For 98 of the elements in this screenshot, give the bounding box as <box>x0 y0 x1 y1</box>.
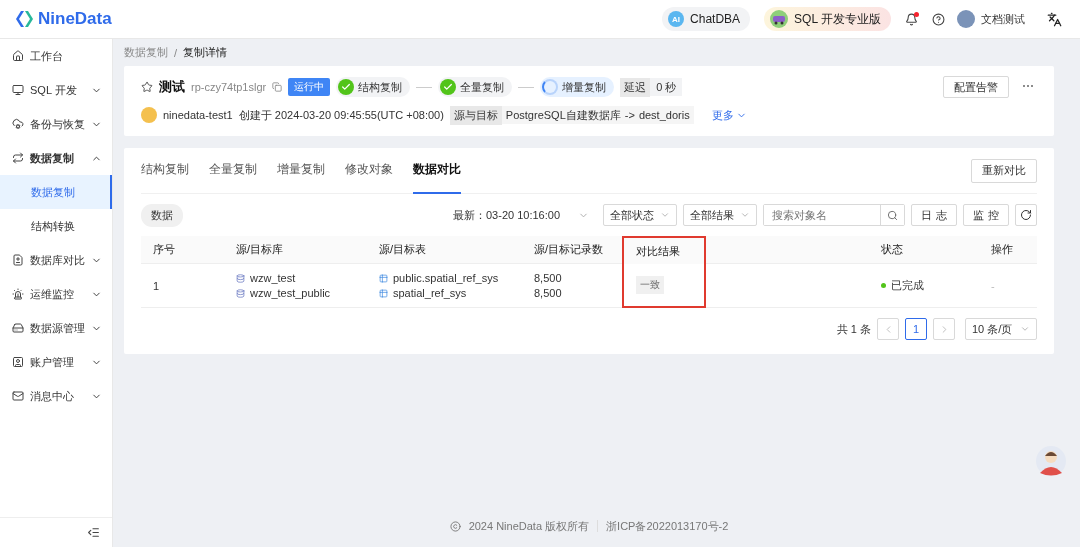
search-icon[interactable] <box>880 205 904 225</box>
result-filter[interactable]: 全部结果 <box>683 204 757 226</box>
status-filter[interactable]: 全部状态 <box>603 204 677 226</box>
more-link[interactable]: 更多 <box>711 107 747 123</box>
sidebar-subitem[interactable]: 结构转换 <box>0 209 112 243</box>
stage-pill: 增量复制 <box>540 77 615 97</box>
chevron-down-icon <box>1020 324 1030 334</box>
column-header: 操作 <box>979 236 1037 264</box>
table-cell-text: 1 <box>153 279 161 292</box>
stage-pill: 结构复制 <box>336 77 411 97</box>
sidebar-item[interactable]: 数据复制 <box>0 141 112 175</box>
sidebar-item[interactable]: 消息中心 <box>0 379 112 413</box>
table-cell: wzw_test_public <box>250 287 331 299</box>
task-id: rp-czy74tp1slgr <box>191 81 267 93</box>
copy-icon[interactable] <box>272 82 283 92</box>
status-badge: 运行中 <box>288 78 331 96</box>
route-tag: 源与目标 PostgreSQL自建数据库 -> dest_doris <box>449 106 694 124</box>
check-circle-icon <box>440 79 457 95</box>
tab[interactable]: 数据对比 <box>413 147 461 194</box>
car-icon <box>770 10 789 28</box>
sidebar-item[interactable]: 备份与恢复 <box>0 107 112 141</box>
chatdba-button[interactable]: AI ChatDBA <box>662 7 751 31</box>
monitor-button[interactable]: 监 控 <box>963 204 1009 226</box>
logo-text: NineData <box>38 9 112 29</box>
tab[interactable]: 修改对象 <box>345 147 393 194</box>
table-icon <box>379 273 388 283</box>
check-circle-icon <box>338 79 355 95</box>
table-cell-text: 8,500 <box>534 272 563 284</box>
total-count: 共 1 条 <box>836 321 871 337</box>
user-avatar <box>957 10 975 28</box>
collapse-icon[interactable] <box>87 526 100 539</box>
tab[interactable]: 全量复制 <box>209 147 257 194</box>
data-chip[interactable]: 数据 <box>141 203 183 227</box>
notification-icon[interactable] <box>905 12 918 26</box>
star-icon[interactable] <box>141 81 153 93</box>
column-header: 对比结果 <box>622 236 706 264</box>
chevron-down-icon <box>740 210 750 220</box>
tab[interactable]: 结构复制 <box>141 147 189 194</box>
search-field[interactable]: 搜索对象名 <box>763 204 905 226</box>
breadcrumb-separator: / <box>174 46 178 59</box>
page-size-select[interactable]: 10 条/页 <box>965 318 1037 340</box>
page-button[interactable]: 1 <box>905 318 927 340</box>
alert-config-button[interactable]: 配置告警 <box>943 76 1009 98</box>
user-avatar <box>141 107 157 123</box>
sidebar-item[interactable]: SQL 开发 <box>0 73 112 107</box>
file-diff-icon <box>12 254 24 266</box>
refresh-icon <box>1020 209 1032 221</box>
icp-link[interactable]: 浙ICP备2022013170号-2 <box>606 518 729 534</box>
column-header: 源/目标表 <box>367 236 522 264</box>
table-cell-text: - <box>991 279 996 292</box>
sidebar-item[interactable]: 账户管理 <box>0 345 112 379</box>
copyright-icon <box>449 520 461 532</box>
user-name[interactable]: 文档测试 <box>981 11 1025 27</box>
creator-name: ninedata-test1 <box>163 109 233 121</box>
task-name: 测试 <box>159 78 185 96</box>
user-card-icon <box>12 356 24 368</box>
cloud-icon <box>12 118 24 130</box>
help-icon[interactable] <box>932 12 945 26</box>
sidebar-subitem[interactable]: 数据复制 <box>0 175 112 209</box>
table-icon <box>379 288 388 298</box>
monitor-icon <box>12 84 24 96</box>
column-header: 源/目标库 <box>224 236 367 264</box>
table-cell-text: 8,500 <box>534 287 563 299</box>
column-header: 源/目标记录数 <box>522 236 622 264</box>
drive-icon <box>12 322 24 334</box>
database-icon <box>236 273 245 283</box>
database-icon <box>236 288 245 298</box>
sidebar-item[interactable]: 运维监控 <box>0 277 112 311</box>
delay-tag: 延迟 0 秒 <box>620 78 683 96</box>
column-header: 序号 <box>141 236 224 264</box>
column-header: 状态 <box>869 236 979 264</box>
log-button[interactable]: 日 志 <box>911 204 957 226</box>
repeat-icon <box>12 152 24 164</box>
language-icon[interactable] <box>1047 11 1062 27</box>
refresh-button[interactable] <box>1015 204 1037 226</box>
table-cell: spatial_ref_sys <box>393 287 467 299</box>
sidebar-item[interactable]: 数据库对比 <box>0 243 112 277</box>
table-cell: wzw_test <box>250 272 296 284</box>
breadcrumb-item: 复制详情 <box>183 45 228 60</box>
chevron-down-icon <box>660 210 670 220</box>
tab[interactable]: 增量复制 <box>277 147 325 194</box>
created-time: 创建于 2024-03-20 09:45:55(UTC +08:00) <box>238 107 444 123</box>
latest-time[interactable]: 最新：03-20 10:16:00 <box>453 207 560 223</box>
edition-button[interactable]: SQL 开发专业版 <box>764 7 891 31</box>
sidebar-item[interactable]: 数据源管理 <box>0 311 112 345</box>
result-tag: 一致 <box>636 276 664 294</box>
table-cell: 已完成 <box>891 278 924 293</box>
stage-pill: 全量复制 <box>438 77 513 97</box>
spinner-icon <box>542 79 559 95</box>
copyright-text: 2024 NineData 版权所有 <box>468 518 590 534</box>
logo-icon <box>14 9 34 29</box>
support-agent-icon[interactable] <box>1036 445 1066 477</box>
siren-icon <box>12 288 24 300</box>
table-cell: public.spatial_ref_sys <box>393 272 499 284</box>
mail-icon <box>12 390 24 402</box>
home-icon <box>12 50 24 62</box>
sidebar-item[interactable]: 工作台 <box>0 39 112 73</box>
recompare-button[interactable]: 重新对比 <box>971 158 1037 183</box>
